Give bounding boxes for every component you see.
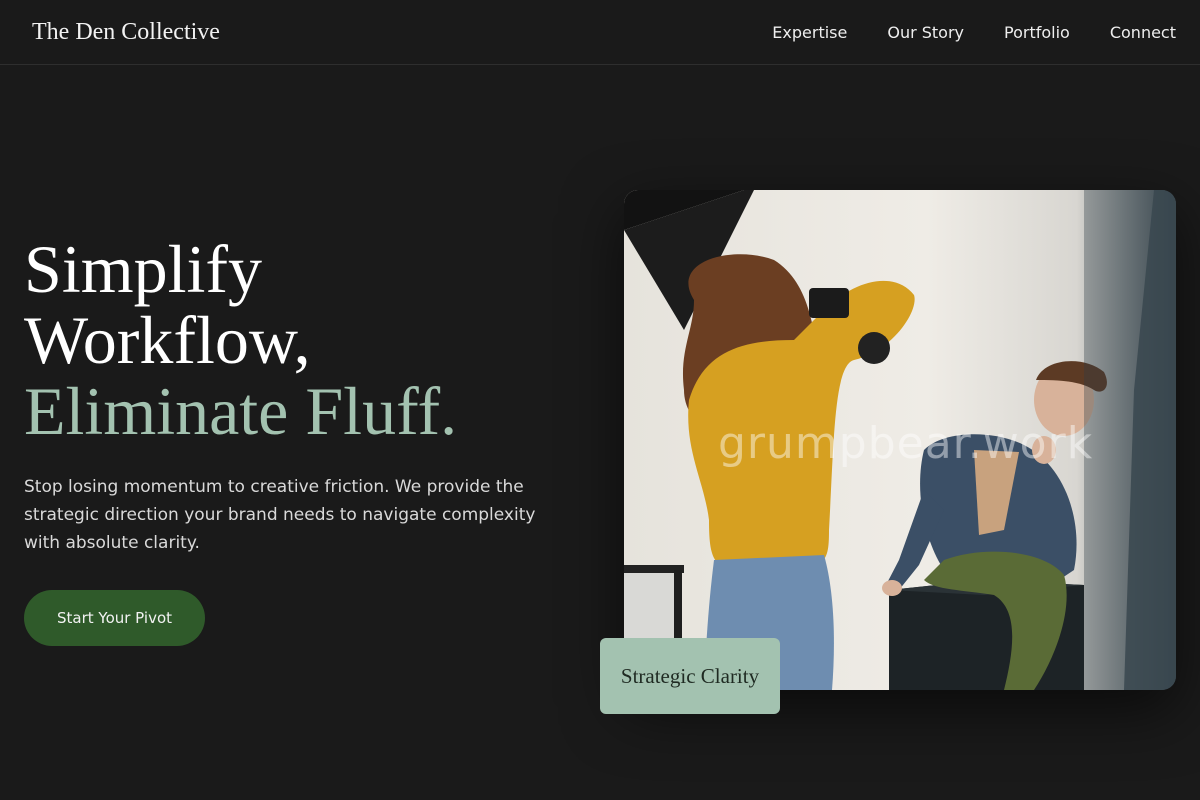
- start-your-pivot-button[interactable]: Start Your Pivot: [24, 590, 205, 646]
- nav-links: Expertise Our Story Portfolio Connect: [772, 23, 1176, 42]
- watermark-text: grumpbear.work: [718, 418, 1094, 469]
- top-nav: The Den Collective Expertise Our Story P…: [0, 0, 1200, 65]
- hero-text: Simplify Workflow, Eliminate Fluff. Stop…: [24, 234, 584, 557]
- strategic-clarity-badge: Strategic Clarity: [600, 638, 780, 714]
- headline-line-2: Workflow,: [24, 302, 311, 378]
- nav-link-portfolio[interactable]: Portfolio: [1004, 23, 1070, 42]
- brand-logo[interactable]: The Den Collective: [32, 19, 220, 46]
- hero-subtext: Stop losing momentum to creative frictio…: [24, 477, 536, 553]
- headline-line-1: Simplify: [24, 231, 263, 307]
- nav-link-expertise[interactable]: Expertise: [772, 23, 847, 42]
- nav-link-connect[interactable]: Connect: [1110, 23, 1176, 42]
- hero-headline: Simplify Workflow, Eliminate Fluff.: [24, 234, 584, 447]
- headline-accent: Eliminate Fluff.: [24, 373, 458, 449]
- nav-link-our-story[interactable]: Our Story: [887, 23, 964, 42]
